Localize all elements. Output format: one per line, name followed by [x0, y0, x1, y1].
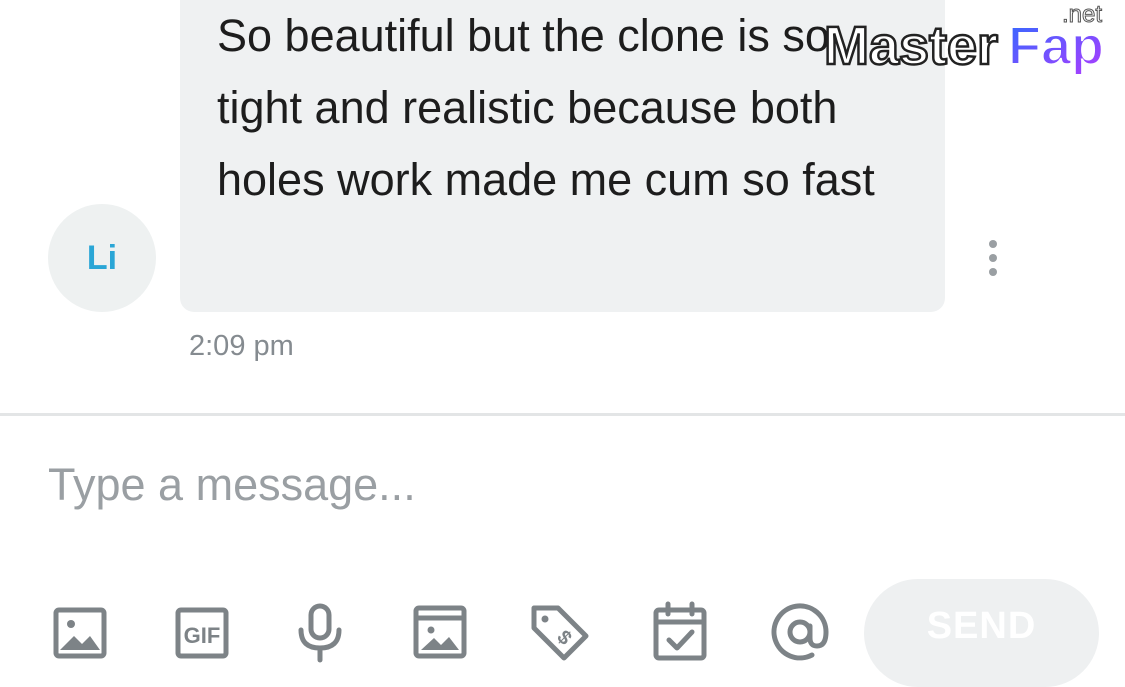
svg-text:GIF: GIF [184, 623, 221, 648]
gif-icon[interactable]: GIF [170, 600, 234, 664]
at-sign-icon[interactable] [768, 600, 832, 664]
message-timestamp: 2:09 pm [189, 330, 294, 362]
message-text: So beautiful but the clone is so tight a… [217, 10, 875, 205]
svg-text:.net: .net [1062, 2, 1102, 28]
send-button[interactable]: SEND [864, 579, 1099, 687]
avatar[interactable]: Li [48, 204, 156, 312]
price-tag-icon[interactable]: $ [528, 600, 592, 664]
svg-text:Master: Master [824, 16, 998, 76]
watermark-logo: Master Fap .net [822, 2, 1122, 78]
avatar-initials: Li [86, 238, 118, 277]
divider [0, 413, 1125, 416]
image-icon[interactable] [48, 600, 112, 664]
more-vertical-icon[interactable] [978, 236, 1008, 280]
message-input[interactable] [48, 450, 1078, 520]
svg-text:$: $ [552, 626, 575, 649]
calendar-icon[interactable] [648, 600, 712, 664]
gallery-icon[interactable] [408, 600, 472, 664]
microphone-icon[interactable] [288, 600, 352, 664]
